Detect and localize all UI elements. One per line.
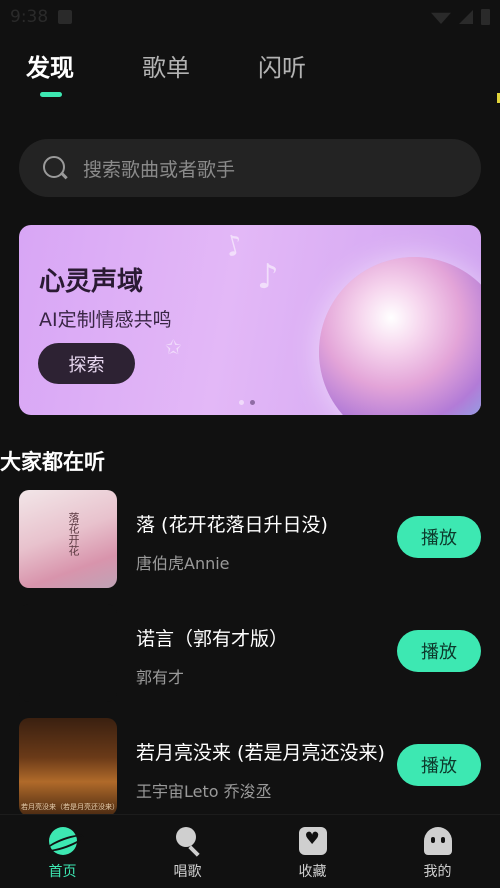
nav-label: 我的 (423, 864, 452, 880)
status-time: 9:38 (10, 7, 49, 27)
carousel-dots (239, 400, 255, 405)
song-title: 落 (花开花落日升日没) (136, 514, 328, 536)
nav-label: 首页 (48, 864, 77, 880)
tab-flash-listen[interactable]: 闪听 (258, 48, 306, 83)
status-icons (431, 9, 490, 25)
bottom-navigation: 首页 唱歌 收藏 我的 (0, 814, 500, 888)
nav-favorites[interactable]: 收藏 (250, 815, 375, 888)
search-input[interactable]: 搜索歌曲或者歌手 (83, 155, 235, 182)
nav-sing[interactable]: 唱歌 (125, 815, 250, 888)
music-note-icon: ♪ (257, 257, 279, 297)
song-item[interactable]: 诺言（郭有才版） 郭有才 播放 (19, 604, 481, 702)
album-cover[interactable]: 若月亮没来（若是月亮还没来） (19, 718, 117, 816)
planet-icon (48, 827, 77, 855)
carousel-dot-active[interactable] (250, 400, 255, 405)
promo-banner[interactable]: ♪ ♪ ✩ 心灵声域 AI定制情感共鸣 探索 (19, 225, 481, 415)
signal-icon (459, 10, 473, 24)
music-note-icon: ♪ (221, 227, 247, 264)
status-bar: 9:38 (0, 0, 500, 34)
planet-illustration (319, 257, 481, 415)
song-item[interactable]: 若月亮没来（若是月亮还没来） 若月亮没来 (若是月亮还没来) 王宇宙Leto 乔… (19, 718, 481, 816)
notification-icon (58, 10, 73, 24)
play-button[interactable]: 播放 (397, 630, 481, 672)
song-artist: 王宇宙Leto 乔浚丞 (136, 782, 272, 801)
active-tab-indicator (40, 92, 62, 97)
banner-title: 心灵声域 (39, 267, 144, 297)
cover-text: 落花开花 (67, 512, 80, 556)
ghost-icon (423, 827, 452, 855)
tab-discover[interactable]: 发现 (26, 48, 74, 83)
search-bar[interactable]: 搜索歌曲或者歌手 (19, 139, 481, 197)
search-icon (41, 154, 69, 182)
battery-icon (481, 9, 490, 25)
carousel-dot[interactable] (239, 400, 244, 405)
section-title: 大家都在听 (0, 450, 105, 474)
song-title: 诺言（郭有才版） (136, 628, 289, 650)
star-icon: ✩ (165, 335, 182, 359)
song-title: 若月亮没来 (若是月亮还没来) (136, 742, 385, 764)
favorites-icon (298, 827, 327, 855)
nav-label: 唱歌 (173, 864, 202, 880)
banner-subtitle: AI定制情感共鸣 (39, 309, 172, 331)
play-button[interactable]: 播放 (397, 516, 481, 558)
song-artist: 唐伯虎Annie (136, 554, 230, 573)
microphone-icon (174, 827, 202, 855)
top-tabs: 发现 歌单 闪听 (26, 48, 374, 83)
wifi-icon (431, 12, 451, 24)
nav-mine[interactable]: 我的 (375, 815, 500, 888)
nav-label: 收藏 (298, 864, 327, 880)
explore-button[interactable]: 探索 (38, 343, 135, 384)
song-item[interactable]: 落花开花 落 (花开花落日升日没) 唐伯虎Annie 播放 (19, 490, 481, 588)
tab-playlists[interactable]: 歌单 (142, 48, 190, 83)
play-button[interactable]: 播放 (397, 744, 481, 786)
nav-home[interactable]: 首页 (0, 815, 125, 888)
cover-text: 若月亮没来（若是月亮还没来） (21, 803, 117, 811)
album-cover[interactable]: 落花开花 (19, 490, 117, 588)
album-cover[interactable] (19, 604, 117, 702)
song-artist: 郭有才 (136, 668, 185, 687)
